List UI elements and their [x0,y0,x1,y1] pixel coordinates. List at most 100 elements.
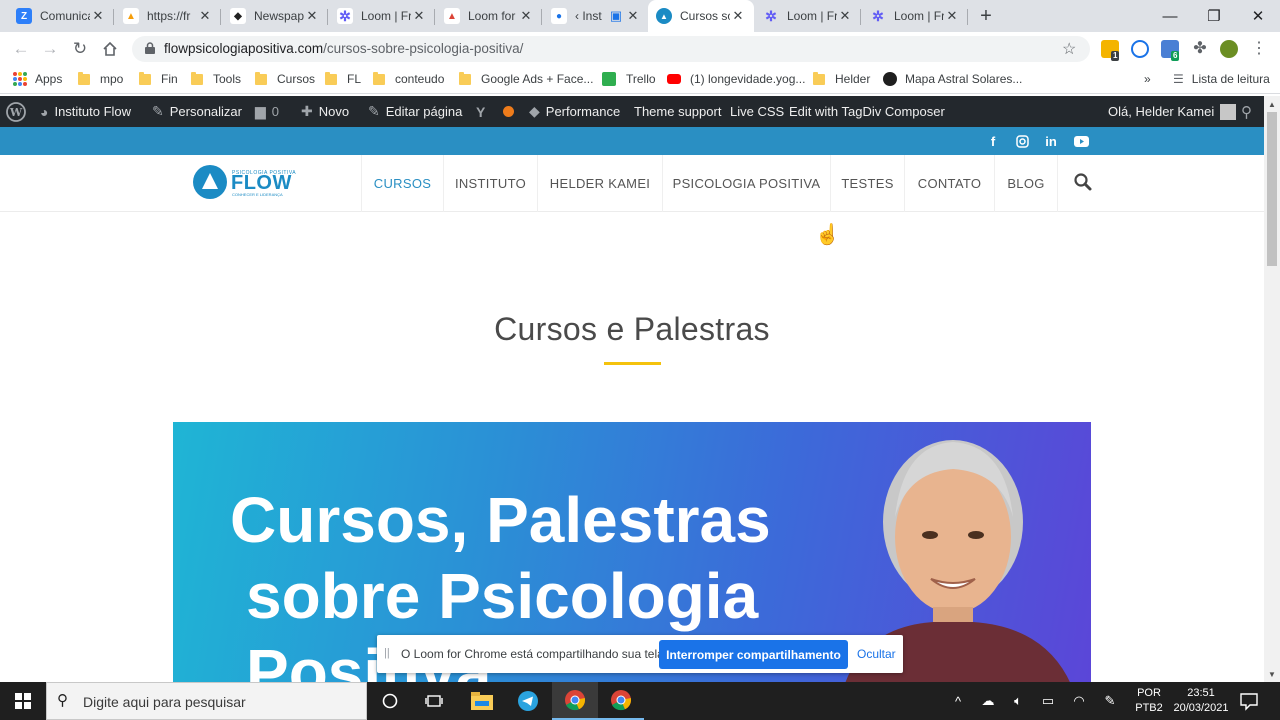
nav-psicologia-positiva[interactable]: PSICOLOGIA POSITIVA [662,155,830,212]
browser-tab[interactable]: ✲ Loom | Fr ✕ [862,0,968,32]
chrome-taskbar-icon[interactable] [552,682,598,720]
bookmark-folder[interactable]: conteudo [373,71,444,87]
url-text[interactable]: flowpsicologiapositiva.com/cursos-sobre-… [164,41,523,56]
taskbar-search-box[interactable]: ⚲ Digite aqui para pesquisar [46,682,367,720]
bookmark-folder[interactable]: FL [325,71,361,87]
bookmark-label: Apps [35,72,63,86]
file-explorer-icon[interactable] [459,682,505,720]
linkedin-icon[interactable]: in [1041,131,1061,151]
onedrive-cloud-icon[interactable]: ☁ [977,690,999,712]
youtube-icon[interactable] [1071,131,1091,151]
wp-search-icon[interactable]: ⚲ [1241,96,1252,127]
stop-sharing-button[interactable]: Interromper compartilhamento [659,640,848,669]
bookmark-folder[interactable]: Google Ads + Face... [459,71,593,87]
clock-time: 23:51 [1187,687,1215,699]
chrome-profile-taskbar-icon[interactable] [598,682,644,720]
wp-comments[interactable]: ▆ 0 [255,96,279,127]
profile-avatar[interactable] [1220,40,1238,58]
tab-close-icon[interactable]: ✕ [837,8,853,24]
show-hidden-icons-chevron-icon[interactable]: ^ [947,690,969,712]
lock-icon[interactable] [145,42,155,54]
scroll-up-arrow-icon[interactable]: ▲ [1266,98,1278,110]
browser-tab[interactable]: Z Comunicação ✕ [8,0,114,32]
tab-close-icon[interactable]: ✕ [197,8,213,24]
nav-helder-kamei[interactable]: HELDER KAMEI [537,155,662,212]
extension-icon[interactable] [1131,40,1149,58]
browser-tab[interactable]: ▲ Loom for ✕ [436,0,542,32]
wifi-icon[interactable]: ◠ [1068,690,1090,712]
browser-tab[interactable]: ✲ Loom | Fr ✕ [755,0,861,32]
tab-close-icon[interactable]: ✕ [304,8,320,24]
reload-icon[interactable]: ↻ [68,37,92,61]
wp-live-css[interactable]: Live CSS [730,96,784,127]
wp-tagdiv-composer[interactable]: Edit with TagDiv Composer [789,96,945,127]
yoast-icon[interactable]: Y [476,96,491,127]
hide-button[interactable]: Ocultar [857,647,896,661]
nav-instituto[interactable]: INSTITUTO [443,155,537,212]
volume-icon[interactable]: 🔈︎ [1007,690,1029,712]
browser-tab-active[interactable]: ▲ Cursos sobre ✕ [648,0,754,32]
bookmark-link[interactable]: Trello [602,71,656,87]
bookmark-star-icon[interactable]: ☆ [1062,39,1076,59]
pen-workspace-icon[interactable]: ✎ [1099,690,1121,712]
browser-tab[interactable]: ● ‹ Inst ▣ ✕ [543,0,649,32]
nav-contato[interactable]: CONTATO [904,155,994,212]
task-view-icon[interactable] [411,682,457,720]
browser-tab[interactable]: ✲ Loom | Fr ✕ [329,0,435,32]
wp-performance[interactable]: ◆ Performance [529,96,620,127]
close-window-button[interactable]: ✕ [1236,0,1280,32]
drag-handle-icon[interactable]: || [384,647,392,661]
bookmarks-overflow-icon[interactable]: » [1144,71,1151,87]
home-icon[interactable] [98,37,122,61]
wordpress-logo-icon[interactable]: W [6,96,26,127]
bookmark-folder[interactable]: Tools [191,71,241,87]
bookmark-folder[interactable]: Helder [813,71,870,87]
cortana-icon[interactable] [367,682,413,720]
browser-tab[interactable]: ◆ Newspaper ✕ [222,0,328,32]
wp-new[interactable]: ✚ Novo [301,96,349,127]
browser-tab[interactable]: ▲ https://fr ✕ [115,0,221,32]
browser-menu-icon[interactable]: ⋮ [1250,40,1268,58]
wp-theme-support[interactable]: Theme support [634,96,721,127]
url-domain: flowpsicologiapositiva.com [164,41,324,56]
flow-logo-icon[interactable] [193,165,227,199]
wp-user-greeting[interactable]: Olá, Helder Kamei [1108,96,1237,127]
notification-center-icon[interactable] [1238,690,1260,712]
bookmark-link[interactable]: (1) longevidade.yog... [667,71,805,87]
new-tab-button[interactable]: + [975,5,997,27]
nav-testes[interactable]: TESTES [830,155,904,212]
wp-site-name[interactable]: ◕ Instituto Flow [40,96,131,127]
scroll-down-arrow-icon[interactable]: ▼ [1266,668,1278,680]
bookmark-folder[interactable]: mpo [78,71,123,87]
reading-list[interactable]: ☰ Lista de leitura [1173,71,1270,87]
nav-blog[interactable]: BLOG [994,155,1058,212]
minimize-button[interactable]: — [1148,0,1192,32]
wp-edit-page[interactable]: ✎ Editar página [368,96,462,127]
nav-cursos[interactable]: CURSOS [361,155,443,212]
tab-close-icon[interactable]: ✕ [411,8,427,24]
site-search-icon[interactable] [1073,172,1093,192]
bookmark-folder[interactable]: Fin [139,71,178,87]
instagram-icon[interactable] [1012,131,1032,151]
tab-close-icon[interactable]: ✕ [730,8,746,24]
scrollbar-thumb[interactable] [1267,112,1277,266]
tab-close-icon[interactable]: ✕ [944,8,960,24]
tab-close-icon[interactable]: ✕ [90,8,106,24]
bookmark-folder[interactable]: Cursos [255,71,315,87]
tab-close-icon[interactable]: ✕ [625,8,641,24]
bookmark-apps[interactable]: Apps [13,71,62,87]
wp-new-label: Novo [318,104,350,119]
back-arrow-icon[interactable]: ← [9,37,33,61]
start-button[interactable] [0,682,46,720]
input-language[interactable]: POR PTB2 [1134,686,1164,716]
taskbar-clock[interactable]: 23:51 20/03/2021 [1170,686,1232,716]
wp-customize[interactable]: ✎ Personalizar [152,96,242,127]
battery-icon[interactable]: ▭ [1037,690,1059,712]
maximize-button[interactable]: ❐ [1192,0,1236,32]
puzzle-icon[interactable]: ✤ [1191,40,1209,58]
forward-arrow-icon[interactable]: → [38,37,62,61]
bookmark-link[interactable]: Mapa Astral Solares... [883,71,1022,87]
telegram-icon[interactable] [505,682,551,720]
facebook-icon[interactable]: f [983,131,1003,151]
tab-close-icon[interactable]: ✕ [518,8,534,24]
